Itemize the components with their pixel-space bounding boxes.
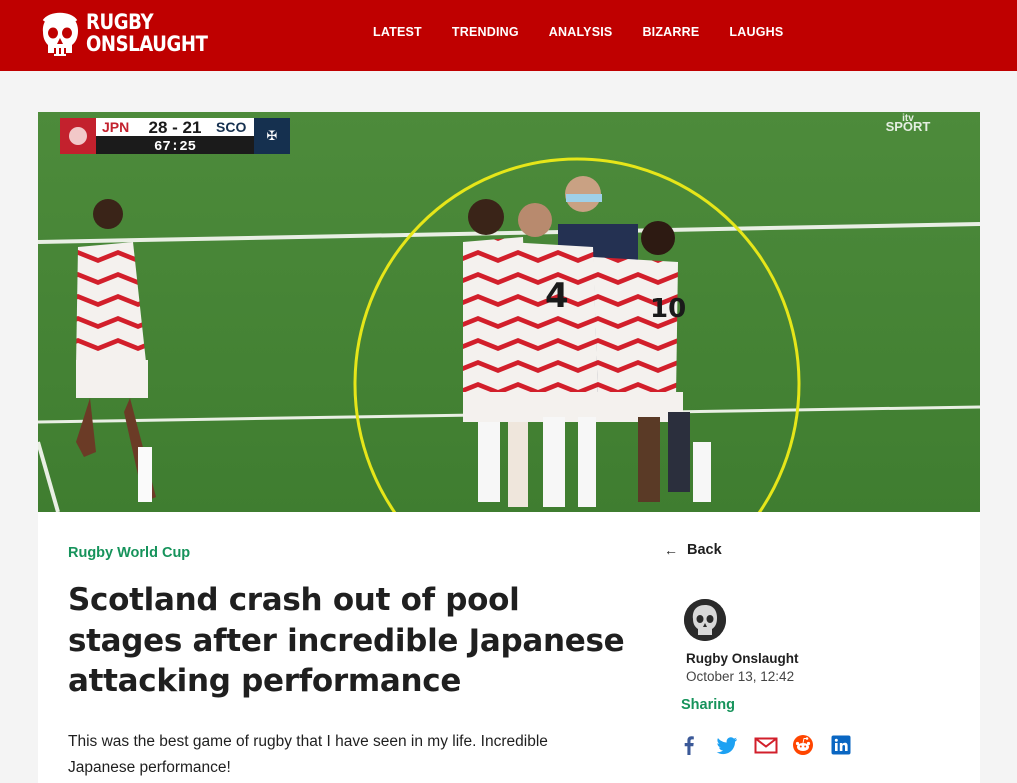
back-link[interactable]: ← Back bbox=[664, 542, 722, 558]
sharing-heading: Sharing bbox=[681, 697, 735, 713]
article-category[interactable]: Rugby World Cup bbox=[68, 545, 190, 561]
site-logo[interactable]: RUGBY ONSLAUGHT bbox=[38, 9, 208, 61]
article-lead: This was the best game of rugby that I h… bbox=[68, 733, 548, 776]
skull-logo-icon bbox=[42, 12, 78, 56]
email-share-button[interactable] bbox=[754, 734, 778, 756]
arrow-left-icon: ← bbox=[664, 542, 678, 558]
linkedin-icon bbox=[831, 735, 851, 755]
author-avatar bbox=[684, 599, 726, 641]
article-headline: Scotland crash out of pool stages after … bbox=[68, 582, 625, 699]
skull-avatar-icon bbox=[684, 599, 726, 641]
twitter-icon bbox=[716, 737, 737, 755]
article-card: Rugby World Cup Scotland crash out of po… bbox=[38, 512, 980, 783]
logo-line-2: ONSLAUGHT bbox=[86, 32, 208, 56]
nav-link-latest[interactable]: LATEST bbox=[373, 22, 422, 42]
jersey-number: 4 bbox=[545, 276, 569, 316]
nav-link-trending[interactable]: TRENDING bbox=[452, 22, 519, 42]
scorebug-score: 28 - 21 bbox=[149, 118, 202, 137]
main-nav: LATEST TRENDING ANALYSIS BIZARRE LAUGHS bbox=[358, 22, 798, 42]
twitter-share-button[interactable] bbox=[716, 734, 738, 756]
scorebug-clock: 67:25 bbox=[154, 139, 196, 155]
author-name: Rugby Onslaught bbox=[686, 651, 799, 666]
scorebug-away: SCO bbox=[216, 119, 246, 135]
nav-link-analysis[interactable]: ANALYSIS bbox=[549, 22, 613, 42]
reddit-share-button[interactable] bbox=[792, 734, 814, 756]
nav-link-laughs[interactable]: LAUGHS bbox=[729, 22, 783, 42]
scorebug: ✠ JPN 28 - 21 SCO 67:25 bbox=[60, 118, 290, 155]
scotland-crest-icon: ✠ bbox=[267, 128, 278, 143]
publish-date: October 13, 12:42 bbox=[686, 669, 795, 684]
hero-illustration: 4 10 ✠ JPN 28 - 21 SCO 67:25 itv SPORT bbox=[38, 112, 980, 512]
hero-image: 4 10 ✠ JPN 28 - 21 SCO 67:25 itv SPORT bbox=[38, 112, 980, 512]
nav-link-bizarre[interactable]: BIZARRE bbox=[642, 22, 699, 42]
jersey-number: 10 bbox=[650, 294, 686, 324]
logo-wordmark: RUGBY ONSLAUGHT bbox=[86, 10, 208, 56]
facebook-icon bbox=[684, 736, 694, 755]
email-icon bbox=[754, 737, 778, 754]
back-label: Back bbox=[687, 542, 722, 558]
linkedin-share-button[interactable] bbox=[830, 734, 852, 756]
facebook-share-button[interactable] bbox=[678, 734, 700, 756]
site-header: RUGBY ONSLAUGHT LATEST TRENDING ANALYSIS… bbox=[0, 0, 1017, 71]
broadcaster-logo: SPORT bbox=[886, 119, 931, 134]
logo-line-1: RUGBY bbox=[86, 10, 154, 34]
scorebug-home: JPN bbox=[102, 119, 129, 135]
share-buttons bbox=[678, 734, 868, 756]
reddit-icon bbox=[793, 735, 813, 755]
